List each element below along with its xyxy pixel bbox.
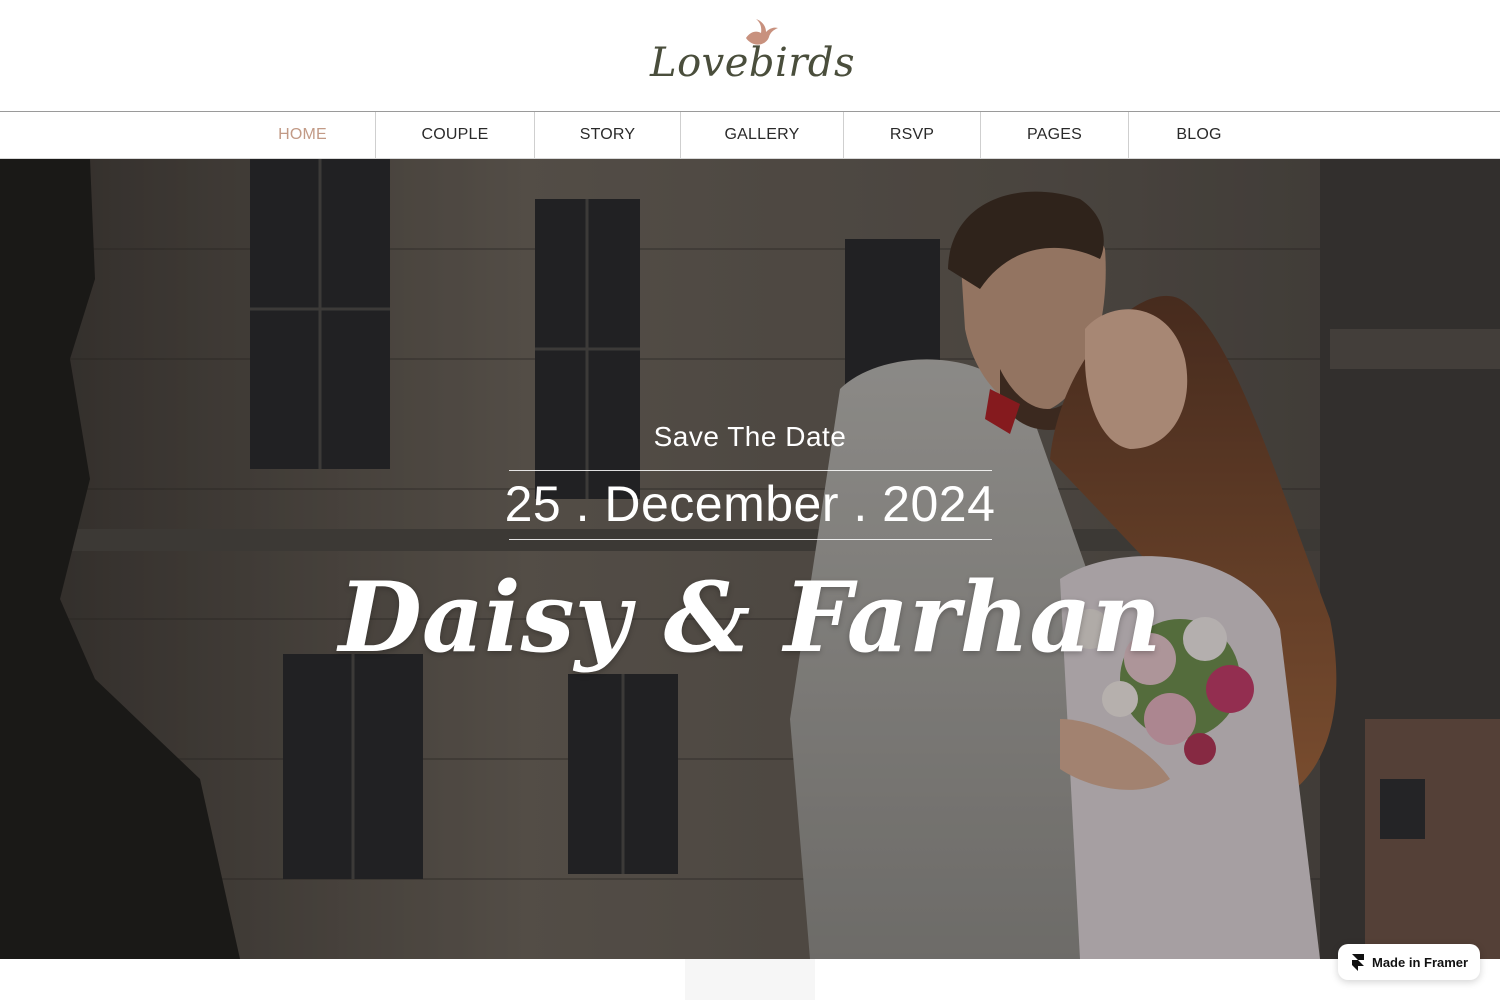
- nav-item-home[interactable]: HOME: [230, 112, 375, 158]
- made-in-framer-badge[interactable]: Made in Framer: [1338, 944, 1480, 980]
- framer-icon: [1352, 953, 1364, 971]
- date-divider-top: [509, 470, 992, 471]
- couple-names: Daisy & Farhan: [338, 561, 1162, 674]
- site-logo[interactable]: Lovebirds: [650, 14, 856, 98]
- wedding-date: 25 . December . 2024: [504, 476, 996, 532]
- nav-item-pages[interactable]: PAGES: [981, 112, 1128, 158]
- nav-item-blog[interactable]: BLOG: [1129, 112, 1269, 158]
- nav-item-gallery[interactable]: GALLERY: [681, 112, 843, 158]
- nav-item-story[interactable]: STORY: [535, 112, 680, 158]
- logo-wordmark: Lovebirds: [650, 40, 856, 86]
- main-nav: HOME COUPLE STORY GALLERY RSVP PAGES BLO…: [0, 111, 1500, 159]
- nav-item-couple[interactable]: COUPLE: [376, 112, 534, 158]
- section-tab: [685, 959, 815, 1000]
- hero-overlay: [0, 159, 1500, 959]
- date-divider-bottom: [509, 539, 992, 540]
- framer-badge-label: Made in Framer: [1372, 954, 1469, 970]
- site-header: Lovebirds: [0, 0, 1500, 111]
- nav-item-rsvp[interactable]: RSVP: [844, 112, 980, 158]
- hero-section: Save The Date 25 . December . 2024 Daisy…: [0, 159, 1500, 959]
- save-the-date-heading: Save The Date: [653, 421, 847, 452]
